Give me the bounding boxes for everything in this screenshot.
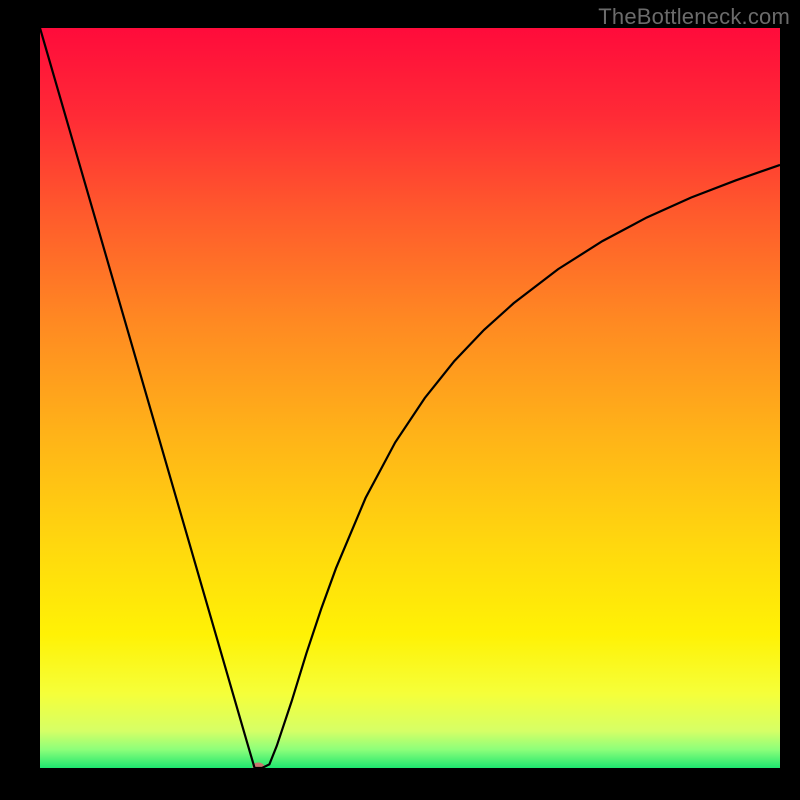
plot-background xyxy=(40,28,780,768)
chart-frame: TheBottleneck.com xyxy=(0,0,800,800)
chart-svg xyxy=(40,28,780,768)
watermark-text: TheBottleneck.com xyxy=(598,4,790,30)
